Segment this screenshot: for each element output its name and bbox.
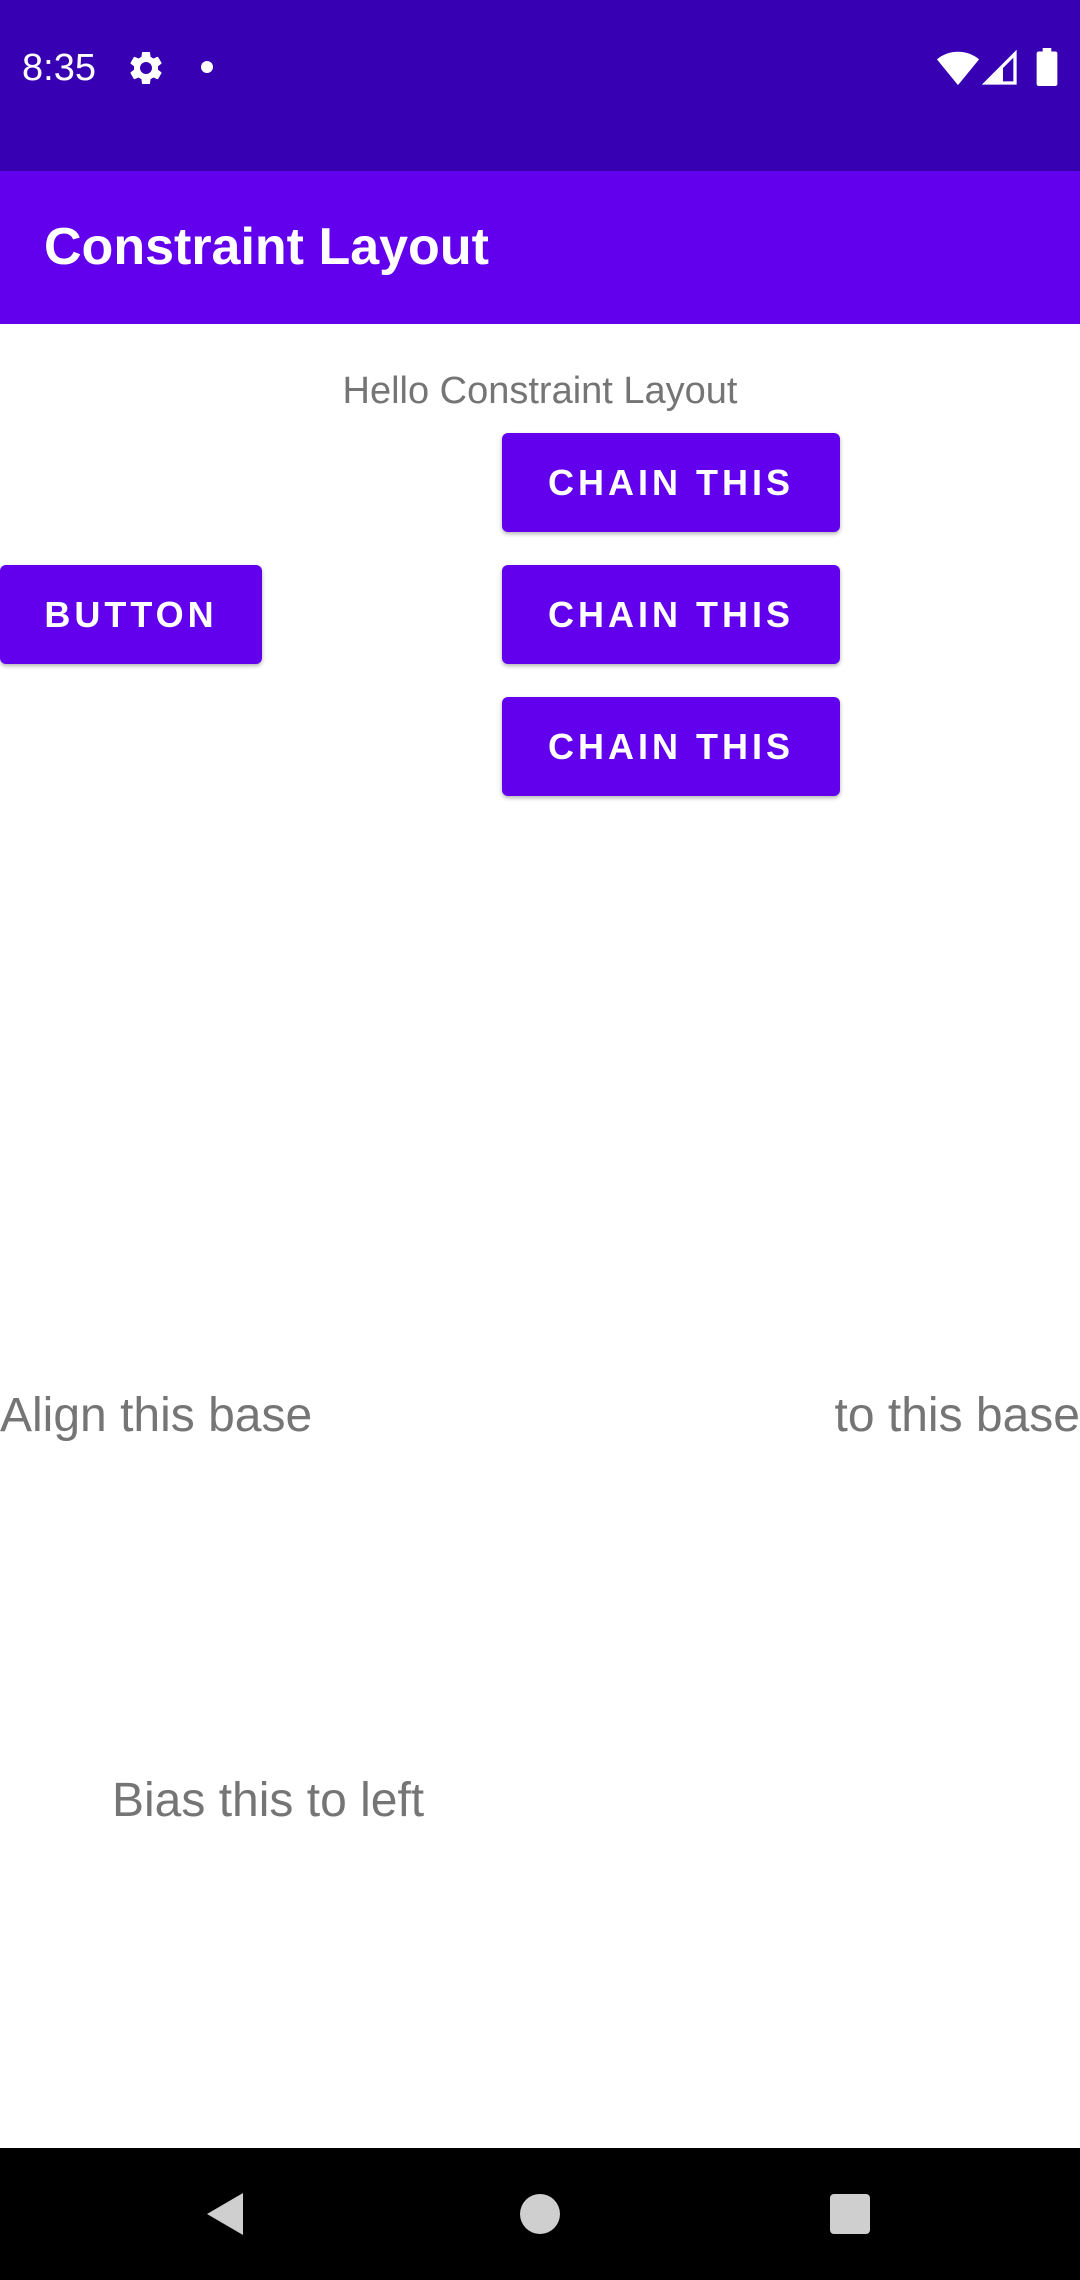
notification-dot-icon	[201, 61, 213, 73]
chain-button-3[interactable]: CHAIN THIS	[502, 697, 840, 796]
align-base-text: Align this base	[0, 1389, 313, 1442]
bias-text: Bias this to left	[112, 1774, 425, 1827]
button[interactable]: BUTTON	[0, 565, 262, 664]
app-title: Constraint Layout	[44, 218, 489, 276]
navigation-bar	[0, 2148, 1080, 2280]
back-icon[interactable]	[203, 2190, 247, 2238]
to-base-text: to this base	[834, 1389, 1080, 1442]
hello-text: Hello Constraint Layout	[342, 370, 738, 412]
home-icon[interactable]	[520, 2194, 560, 2234]
main-content: Hello Constraint Layout CHAIN THIS CHAIN…	[0, 324, 1080, 2148]
status-time: 8:35	[22, 47, 96, 89]
gear-icon	[130, 51, 162, 84]
chain-button-1[interactable]: CHAIN THIS	[502, 433, 840, 532]
battery-icon	[1036, 48, 1058, 86]
recents-icon[interactable]	[830, 2194, 870, 2234]
wifi-icon	[936, 51, 980, 86]
app-bar: Constraint Layout	[0, 171, 1080, 324]
chain-button-2[interactable]: CHAIN THIS	[502, 565, 840, 664]
status-bar: 8:35	[0, 0, 1080, 171]
signal-icon	[982, 50, 1017, 85]
